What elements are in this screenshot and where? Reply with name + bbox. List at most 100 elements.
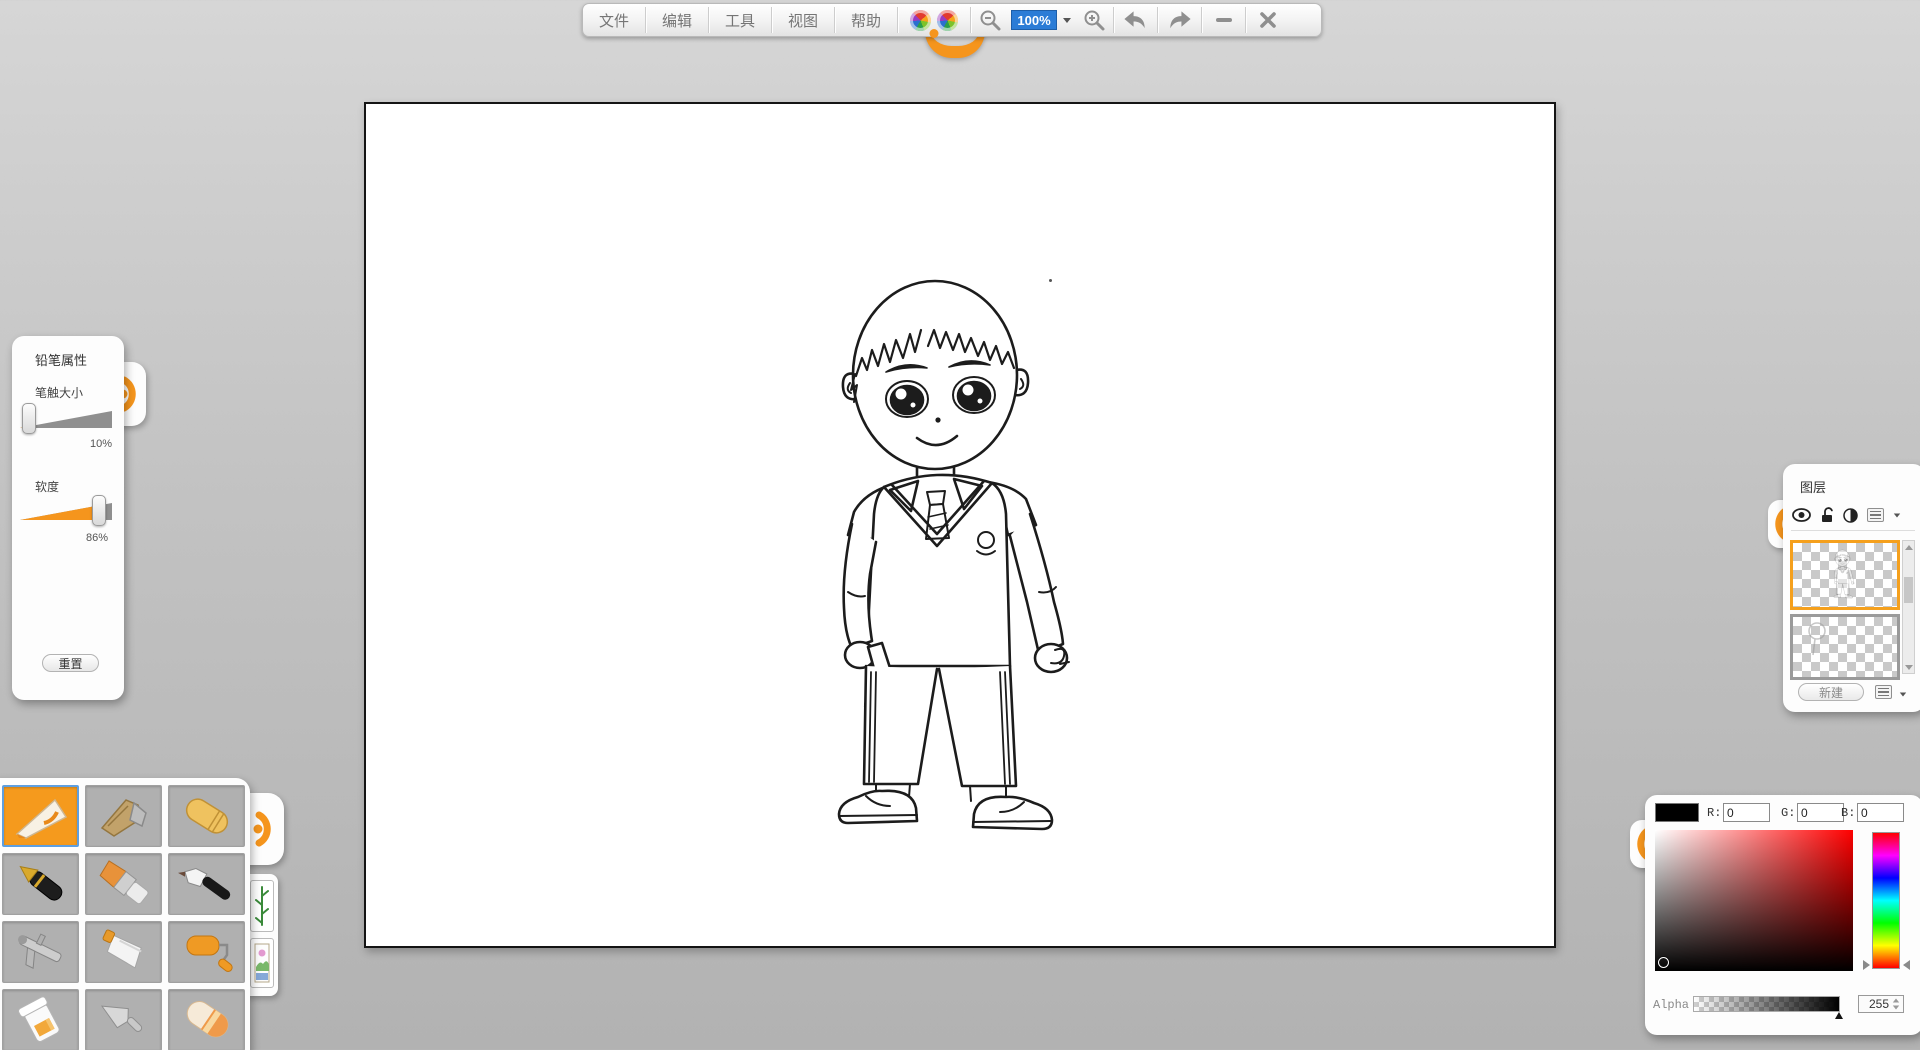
zoom-in-icon xyxy=(1082,8,1106,32)
bamboo-category-button[interactable] xyxy=(250,880,274,932)
main-toolbar: 文件 编辑 工具 视图 帮助 100% xyxy=(582,3,1322,37)
pencil-tool-icon xyxy=(11,792,71,840)
tool-pencil[interactable] xyxy=(2,785,79,847)
divider xyxy=(1791,530,1915,531)
menu-file[interactable]: 文件 xyxy=(583,4,645,36)
tool-paint-jar[interactable] xyxy=(2,989,79,1050)
hue-marker-left-icon[interactable] xyxy=(1863,960,1870,970)
minimize-button[interactable] xyxy=(1202,4,1245,36)
brush-size-slider[interactable] xyxy=(20,402,112,436)
brush-size-handle[interactable] xyxy=(22,403,36,434)
reset-button[interactable]: 重置 xyxy=(42,654,99,672)
hue-marker-right-icon[interactable] xyxy=(1903,960,1910,970)
saturation-value-gradient[interactable] xyxy=(1655,830,1853,971)
close-icon xyxy=(1259,11,1277,29)
alpha-slider[interactable] xyxy=(1693,996,1840,1012)
current-color-swatch xyxy=(1655,803,1699,822)
green-label: G: xyxy=(1781,806,1795,820)
layers-panel: 图层 新建 xyxy=(1783,464,1920,712)
chevron-down-icon[interactable] xyxy=(1894,513,1900,517)
layers-scrollbar[interactable] xyxy=(1902,540,1915,674)
tool-eraser[interactable] xyxy=(168,989,245,1050)
spinner-up-icon[interactable] xyxy=(1893,999,1899,1003)
zoom-level-dropdown[interactable] xyxy=(1059,4,1075,36)
clown-face-button[interactable] xyxy=(898,4,970,36)
green-input[interactable] xyxy=(1797,803,1844,822)
pencil-properties-panel: 铅笔属性 笔触大小 10% 软度 86% 重置 xyxy=(12,336,124,700)
new-layer-button[interactable]: 新建 xyxy=(1798,683,1864,701)
tool-chinese-brush[interactable] xyxy=(168,853,245,915)
layers-panel-title: 图层 xyxy=(1800,477,1826,496)
tool-paint-roller[interactable] xyxy=(168,921,245,983)
paint-tube-tool-icon xyxy=(94,928,154,976)
tool-palette-handle[interactable] xyxy=(244,793,284,865)
layer-thumbnail-1[interactable] xyxy=(1790,540,1900,610)
menu-tools[interactable]: 工具 xyxy=(709,4,771,36)
softness-handle[interactable] xyxy=(92,495,106,526)
ear-icon xyxy=(252,809,276,849)
redo-button[interactable] xyxy=(1158,4,1201,36)
menu-edit[interactable]: 编辑 xyxy=(646,4,708,36)
color-cursor[interactable] xyxy=(1658,957,1669,968)
softness-slider[interactable] xyxy=(20,494,112,528)
zoom-out-button[interactable] xyxy=(971,4,1009,36)
minimize-icon xyxy=(1216,18,1232,22)
palette-knife-tool-icon xyxy=(94,996,154,1044)
chinese-brush-tool-icon xyxy=(177,860,237,908)
paint-jar-tool-icon xyxy=(11,996,71,1044)
menu-view[interactable]: 视图 xyxy=(772,4,834,36)
tool-airbrush[interactable] xyxy=(2,921,79,983)
tool-flat-brush[interactable] xyxy=(85,853,162,915)
arrow-up-icon xyxy=(1905,545,1913,550)
tool-grid xyxy=(2,785,245,1050)
softness-fill xyxy=(20,503,99,520)
zoom-out-icon xyxy=(978,8,1002,32)
tool-crayon[interactable] xyxy=(168,785,245,847)
undo-icon xyxy=(1122,8,1149,32)
hue-bar[interactable] xyxy=(1872,832,1900,969)
clown-right-eye-icon xyxy=(937,10,958,31)
tool-paint-tube[interactable] xyxy=(85,921,162,983)
zoom-in-button[interactable] xyxy=(1075,4,1113,36)
scrollbar-thumb[interactable] xyxy=(1904,577,1913,603)
pencil-panel-title: 铅笔属性 xyxy=(35,350,87,369)
brush-size-value: 10% xyxy=(90,438,112,450)
airbrush-tool-icon xyxy=(11,928,71,976)
alpha-marker-icon[interactable] xyxy=(1835,1012,1843,1019)
scroll-down-button[interactable] xyxy=(1903,661,1914,673)
picture-category-button[interactable] xyxy=(250,938,274,988)
scroll-up-button[interactable] xyxy=(1903,541,1914,553)
alpha-input[interactable] xyxy=(1859,997,1889,1011)
clown-nose-icon xyxy=(930,29,939,38)
paint-roller-tool-icon xyxy=(177,928,237,976)
layer-2-preview xyxy=(1801,619,1841,663)
blue-input[interactable] xyxy=(1857,803,1904,822)
crayon-tool-icon xyxy=(177,792,237,840)
softness-value: 86% xyxy=(86,532,108,544)
color-picker-panel: R: G: B: Alpha xyxy=(1645,795,1920,1035)
menu-help[interactable]: 帮助 xyxy=(835,4,897,36)
layer-contrast-icon[interactable] xyxy=(1843,508,1858,523)
spinner-down-icon[interactable] xyxy=(1893,1006,1899,1010)
undo-button[interactable] xyxy=(1114,4,1157,36)
brush-size-label: 笔触大小 xyxy=(35,384,83,401)
red-input[interactable] xyxy=(1723,803,1770,822)
alpha-label: Alpha xyxy=(1653,998,1689,1012)
bamboo-icon xyxy=(255,885,269,927)
layer-menu-button[interactable] xyxy=(1875,685,1892,699)
layer-thumbnail-2[interactable] xyxy=(1790,614,1900,680)
softness-label: 软度 xyxy=(35,478,59,495)
tool-fountain-pen[interactable] xyxy=(2,853,79,915)
tool-palette-knife[interactable] xyxy=(85,989,162,1050)
arrow-down-icon xyxy=(1905,665,1913,670)
layer-blend-list-button[interactable] xyxy=(1867,508,1884,522)
drawing-canvas[interactable] xyxy=(364,102,1556,948)
layer-1-preview xyxy=(1831,549,1858,601)
chevron-down-icon[interactable] xyxy=(1900,693,1906,697)
tool-wood-pencil[interactable] xyxy=(85,785,162,847)
layer-lock-icon[interactable] xyxy=(1820,507,1834,523)
close-button[interactable] xyxy=(1246,4,1289,36)
layer-visibility-eye-icon[interactable] xyxy=(1792,508,1811,522)
picture-icon xyxy=(254,943,270,983)
zoom-level-display[interactable]: 100% xyxy=(1011,10,1057,30)
